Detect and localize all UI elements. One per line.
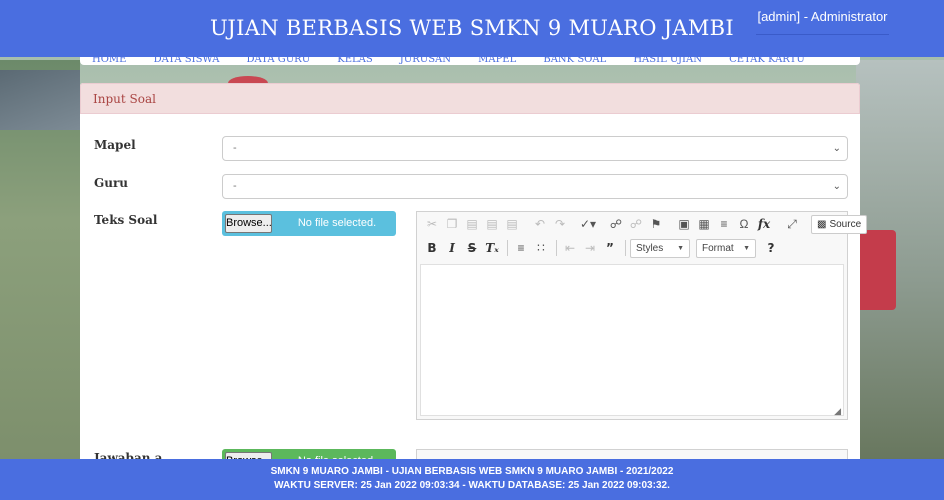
editor-content-area[interactable]: ◢ <box>420 264 844 416</box>
format-label: Format <box>702 242 734 254</box>
copy-icon[interactable]: ❐ <box>443 215 461 233</box>
source-label: Source <box>829 218 862 230</box>
file-status-text: No file selected. <box>297 217 377 229</box>
browse-button[interactable]: Browse... <box>225 214 272 233</box>
toolbar-separator <box>556 240 557 256</box>
paste-text-icon[interactable]: ▤ <box>483 215 501 233</box>
footer-line-1: SMKN 9 MUARO JAMBI - UJIAN BERBASIS WEB … <box>270 466 674 477</box>
toolbar-separator <box>507 240 508 256</box>
guru-label: Guru <box>94 176 129 190</box>
indent-icon[interactable]: ⇥ <box>581 239 599 257</box>
triangle-down-icon: ▼ <box>743 244 750 252</box>
teks-soal-label: Teks Soal <box>94 213 158 227</box>
footer: SMKN 9 MUARO JAMBI - UJIAN BERBASIS WEB … <box>0 459 944 500</box>
editor-toolbar-row-1: ✂ ❐ ▤ ▤ ▤ ↶ ↷ ✓▾ ☍ ☍ ⚑ ▣ ▦ ≡ Ω fx ⤢ ▩ So… <box>417 212 868 236</box>
source-icon: ▩ <box>817 218 827 230</box>
special-char-icon[interactable]: Ω <box>735 215 753 233</box>
table-icon[interactable]: ▦ <box>695 215 713 233</box>
mapel-select[interactable]: - ⌄ <box>222 136 848 161</box>
unlink-icon[interactable]: ☍ <box>627 215 645 233</box>
guru-select-value: - <box>233 180 237 192</box>
chevron-down-icon: ⌄ <box>832 181 841 192</box>
toolbar-separator <box>625 240 626 256</box>
format-dropdown[interactable]: Format ▼ <box>696 238 756 258</box>
paste-icon[interactable]: ▤ <box>463 215 481 233</box>
italic-icon[interactable]: I <box>443 239 461 257</box>
undo-icon[interactable]: ↶ <box>531 215 549 233</box>
numbered-list-icon[interactable]: ≡ <box>512 239 530 257</box>
guru-select[interactable]: - ⌄ <box>222 174 848 199</box>
input-soal-panel: Input Soal Mapel - ⌄ Guru - ⌄ Teks Soal … <box>80 83 868 474</box>
redo-icon[interactable]: ↷ <box>551 215 569 233</box>
help-icon[interactable]: ? <box>762 239 780 257</box>
maximize-icon[interactable]: ⤢ <box>783 215 801 233</box>
bold-icon[interactable]: B <box>423 239 441 257</box>
background-roof <box>0 70 80 130</box>
chevron-down-icon: ⌄ <box>832 143 841 154</box>
blockquote-icon[interactable]: ” <box>601 239 619 257</box>
styles-dropdown[interactable]: Styles ▼ <box>630 238 690 258</box>
rich-text-editor: ✂ ❐ ▤ ▤ ▤ ↶ ↷ ✓▾ ☍ ☍ ⚑ ▣ ▦ ≡ Ω fx ⤢ ▩ So… <box>416 211 868 420</box>
link-icon[interactable]: ☍ <box>607 215 625 233</box>
paste-word-icon[interactable]: ▤ <box>503 215 521 233</box>
strikethrough-icon[interactable]: S <box>463 239 481 257</box>
outdent-icon[interactable]: ⇤ <box>561 239 579 257</box>
styles-label: Styles <box>636 242 664 254</box>
panel-title: Input Soal <box>80 83 860 114</box>
source-button[interactable]: ▩ Source <box>811 214 868 234</box>
user-menu[interactable]: [admin] - Administrator <box>756 0 889 35</box>
bulleted-list-icon[interactable]: ∷ <box>532 239 550 257</box>
anchor-flag-icon[interactable]: ⚑ <box>647 215 665 233</box>
mapel-label: Mapel <box>94 138 136 152</box>
spellcheck-icon[interactable]: ✓▾ <box>579 215 597 233</box>
background-sign <box>856 230 896 310</box>
editor-toolbar-row-2: B I S Tₓ ≡ ∷ ⇤ ⇥ ” Styles ▼ Format ▼ ? <box>417 236 847 260</box>
teks-soal-file-input[interactable]: Browse... No file selected. <box>222 211 396 236</box>
image-icon[interactable]: ▣ <box>675 215 693 233</box>
cut-icon[interactable]: ✂ <box>423 215 441 233</box>
remove-format-icon[interactable]: Tₓ <box>483 239 501 257</box>
resize-handle-icon[interactable]: ◢ <box>834 406 841 417</box>
triangle-down-icon: ▼ <box>677 244 684 252</box>
footer-line-2: WAKTU SERVER: 25 Jan 2022 09:03:34 - WAK… <box>274 480 670 491</box>
mapel-select-value: - <box>233 142 237 154</box>
horizontal-line-icon[interactable]: ≡ <box>715 215 733 233</box>
top-header: UJIAN BERBASIS WEB SMKN 9 MUARO JAMBI [a… <box>0 0 944 57</box>
formula-icon[interactable]: fx <box>755 215 773 233</box>
